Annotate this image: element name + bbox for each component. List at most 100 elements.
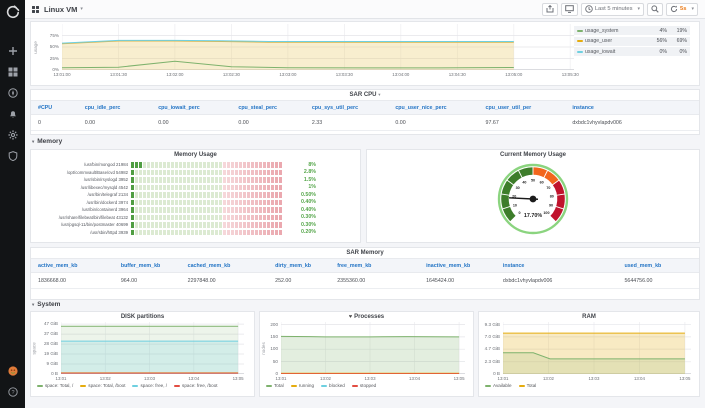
server-admin-shield-icon[interactable] [7,150,18,161]
explore-compass-icon[interactable] [7,87,18,98]
column-header[interactable]: dirty_mem_kb [268,258,331,273]
legend-series-row[interactable]: usage_iowait 0% 0% [574,47,690,56]
disk-legend: space: Total, / space: Total, /boot space:… [31,382,254,388]
column-header[interactable]: instance [565,100,699,115]
legend-item[interactable]: blocked [321,383,345,388]
sar-memory-panel: SAR Memory active_mem_kb buffer_mem_kb cac… [30,247,700,300]
memory-usage-row: /usr/bin/dockerd 3974 0.40% [33,199,354,207]
system-section-header[interactable]: ▾ System [32,301,60,308]
user-avatar[interactable] [7,365,18,376]
legend-item[interactable]: Total [518,383,536,388]
ram-chart-plot[interactable] [503,322,691,374]
process-label: /usr/bin/mongod 21984 [84,162,128,168]
share-button[interactable] [541,2,558,16]
zoom-out-button[interactable] [647,2,664,16]
time-range-picker[interactable]: Last 5 minutes ▾ [580,2,645,16]
x-tick-label: 13:05 [679,376,691,381]
legend-item[interactable]: space: free, / [132,383,167,388]
sar-cpu-panel: SAR CPU ▾ #CPU cpu_idle_perc cpu_iowait_pe… [30,89,700,135]
table-cell: 0.00 [231,114,305,131]
column-header[interactable]: cpu_steal_perc [231,100,305,115]
alerting-bell-icon[interactable] [7,108,18,119]
legend-item[interactable]: stopped [351,383,376,388]
legend-item[interactable]: space: Total, /boot [80,383,125,388]
legend-series-row[interactable]: usage_system 4% 19% [574,26,690,35]
memory-section-header[interactable]: ▾ Memory [32,138,62,145]
series-color-dash [132,384,139,387]
chevron-down-icon: ▾ [32,138,35,144]
column-header[interactable]: used_mem_kb [617,258,699,273]
legend-series-row[interactable]: usage_user 56% 69% [574,36,690,46]
column-header[interactable]: instance [495,258,618,273]
series-color-dash [321,384,328,387]
led-bar-gauge [131,199,282,205]
memory-usage-value: 2.8% [303,169,316,176]
legend-item[interactable]: space: Total, / [37,383,73,388]
dashboards-icon[interactable] [7,66,18,77]
process-label: /usr/pgsql-11/bin/postmaster 40699 [60,222,128,228]
series-name: usage_iowait [585,48,616,55]
dashboard-caret-icon[interactable]: ▾ [80,6,83,12]
legend-item[interactable]: Available [485,383,512,388]
series-name: usage_system [585,27,619,34]
create-plus-icon[interactable] [7,45,18,56]
table-cell: 2355360.00 [330,272,420,289]
dashboard-title[interactable]: Linux VM [44,5,77,14]
legend-item[interactable]: space: free, /boot [174,383,218,388]
processes-y-axis-label: nodes [261,341,266,355]
column-header[interactable]: active_mem_kb [31,258,114,273]
series-color-dash [37,384,43,387]
led-bar-gauge [131,222,282,228]
panel-menu-caret-icon[interactable]: ▾ [378,92,380,97]
led-bar-gauge [131,184,282,190]
column-header[interactable]: cpu_user_nice_perc [388,100,479,115]
process-label: /usr/bin/telegraf 2134 [87,192,128,198]
table-cell: 97.67 [478,114,566,131]
column-header[interactable]: free_mem_kb [330,258,420,273]
svg-text:?: ? [11,390,14,396]
cpu-y-ticks: 75% 50% 25% 0% [40,24,62,73]
column-header[interactable]: cpu_iowait_perc [151,100,232,115]
column-header[interactable]: cpu_idle_perc [77,100,152,115]
time-range-caret-icon: ▾ [637,6,641,12]
led-bar-gauge [131,169,282,175]
disk-chart-plot[interactable] [61,322,244,374]
column-header[interactable]: #CPU [31,100,78,115]
memory-usage-value: 0.20% [300,229,316,236]
ram-panel-title[interactable]: RAM [479,312,699,322]
series-max-value: 19% [676,27,687,34]
svg-text:17.70%: 17.70% [524,213,542,219]
column-header[interactable]: cached_mem_kb [180,258,269,273]
column-header[interactable]: cpu_sys_util_perc [304,100,389,115]
memory-section-label: Memory [37,138,63,145]
disk-panel-title[interactable]: DISK partitions [31,312,254,322]
memory-usage-rows: /usr/bin/mongod 21984 8%/opt/commvault/Ba… [31,160,360,236]
table-cell: 252.00 [268,272,331,289]
legend-item[interactable]: Total [266,383,284,388]
current-memory-title[interactable]: Current Memory Usage [367,150,699,160]
grafana-logo-icon[interactable] [5,4,21,20]
memory-usage-value: 0.40% [300,199,316,206]
column-header[interactable]: buffer_mem_kb [113,258,181,273]
svg-text:100: 100 [543,211,549,215]
sar-memory-title[interactable]: SAR Memory [31,248,699,258]
refresh-icon [670,5,678,13]
cycle-view-button[interactable] [560,2,578,16]
help-icon[interactable]: ? [7,386,18,397]
memory-usage-panel: Memory Usage /usr/bin/mongod 21984 8%/opt… [30,149,361,243]
memory-usage-title[interactable]: Memory Usage [31,150,360,160]
processes-chart-plot[interactable] [281,322,465,374]
y-tick-label: 9.3 GiB [484,321,500,327]
refresh-button[interactable]: 5s ▾ [666,2,698,16]
memory-usage-row: /usr/share/filebeat/bin/filebeat 43132 0.… [33,214,354,222]
cpu-chart-plot[interactable] [62,24,574,70]
processes-panel-title[interactable]: ♥ Processes [260,312,473,322]
sar-cpu-title[interactable]: SAR CPU ▾ [31,90,699,100]
clock-icon [585,5,593,13]
x-tick-label: 13:05 [232,376,244,381]
column-header[interactable]: cpu_user_util_per [478,100,566,115]
legend-item[interactable]: running [290,383,314,388]
series-color-dash [80,384,87,387]
configuration-gear-icon[interactable] [7,129,18,140]
column-header[interactable]: inactive_mem_kb [419,258,496,273]
